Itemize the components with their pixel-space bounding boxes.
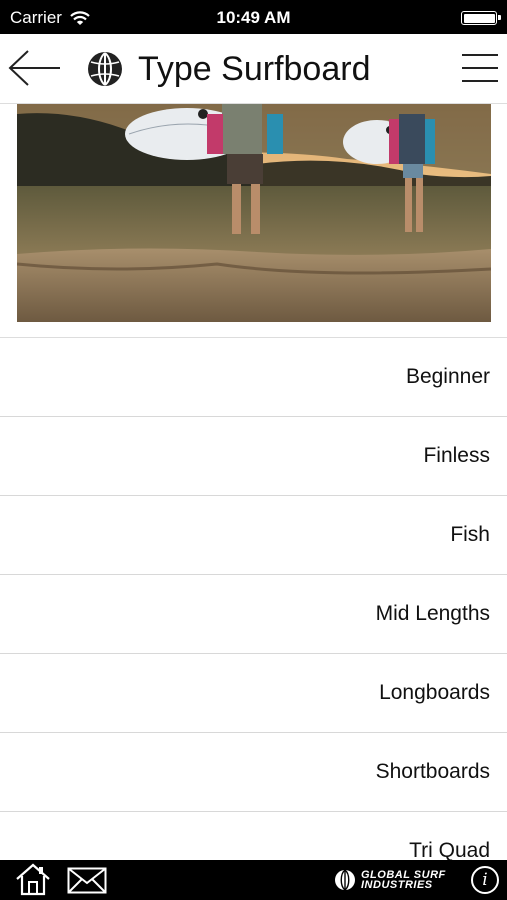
brand-logo: GLOBAL SURF INDUSTRIES (334, 866, 446, 894)
home-icon[interactable] (14, 862, 52, 896)
brand-line2: INDUSTRIES (361, 879, 433, 891)
list-item-shortboards[interactable]: Shortboards (0, 733, 507, 812)
back-arrow-icon[interactable] (6, 48, 62, 88)
bottom-toolbar: GLOBAL SURF INDUSTRIES i (0, 860, 507, 900)
brand-text: GLOBAL SURF INDUSTRIES (361, 870, 446, 891)
battery-icon (461, 11, 501, 25)
list-item-mid-lengths[interactable]: Mid Lengths (0, 575, 507, 654)
list-item-longboards[interactable]: Longboards (0, 654, 507, 733)
hero-image (17, 104, 491, 322)
list-item-label: Finless (423, 444, 490, 467)
list-item-label: Beginner (405, 365, 490, 388)
page-title: Type Surfboard (138, 50, 371, 88)
list-item-label: Longboards (379, 681, 490, 704)
list-item-beginner[interactable]: Beginner (0, 338, 507, 417)
info-button[interactable]: i (471, 866, 499, 894)
mail-icon[interactable] (67, 867, 107, 894)
globe-logo-icon (335, 869, 355, 891)
list-item-label: Shortboards (375, 760, 490, 783)
nav-header: Type Surfboard (0, 34, 507, 104)
status-bar: Carrier 10:49 AM (0, 0, 507, 34)
surfers-on-dunes-photo (17, 104, 491, 322)
list-item-fish[interactable]: Fish (0, 496, 507, 575)
list-item-finless[interactable]: Finless (0, 417, 507, 496)
surfboard-type-list: Beginner Finless Fish Mid Lengths Longbo… (0, 338, 507, 891)
list-item-label: Fish (450, 523, 490, 546)
list-item-label: Mid Lengths (375, 602, 490, 625)
globe-logo-icon (88, 52, 122, 86)
hamburger-menu-icon[interactable] (461, 51, 499, 85)
status-time: 10:49 AM (216, 8, 291, 27)
